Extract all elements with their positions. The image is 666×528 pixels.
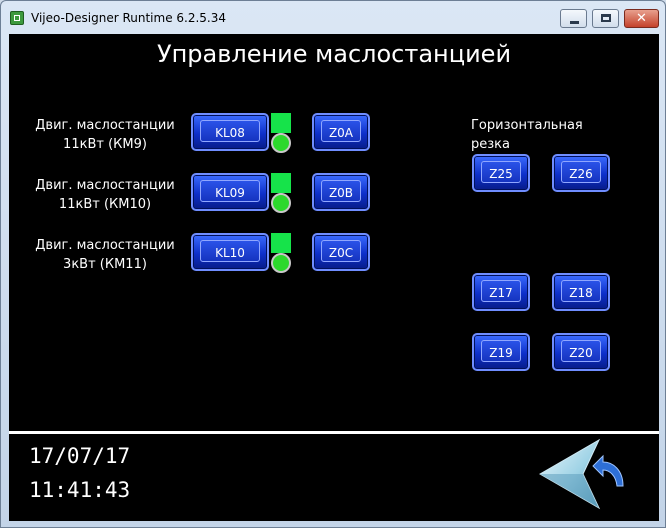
group-label-line1: Горизонтальная: [471, 118, 583, 133]
z26-button[interactable]: Z26: [552, 154, 610, 192]
kl10-button[interactable]: KL10: [191, 233, 269, 271]
close-icon: ✕: [636, 11, 647, 26]
motor-label-km10: Двиг. маслостанции 11кВт (КМ10): [23, 176, 187, 214]
date-display: 17/07/17: [29, 444, 131, 468]
z0b-button-label: Z0B: [321, 180, 361, 202]
page-title: Управление маслостанцией: [156, 40, 512, 68]
status-led-km9: [271, 133, 291, 153]
z18-button[interactable]: Z18: [552, 273, 610, 311]
hmi-screen: Управление маслостанцией Двиг. маслостан…: [9, 34, 659, 521]
z26-button-label: Z26: [561, 161, 601, 183]
kl10-button-label: KL10: [200, 240, 260, 262]
z25-button[interactable]: Z25: [472, 154, 530, 192]
motor-label-km11: Двиг. маслостанции 3кВт (КМ11): [23, 236, 187, 274]
motor-label-km9: Двиг. маслостанции 11кВт (КМ9): [23, 116, 187, 154]
status-led-km10: [271, 193, 291, 213]
z17-button-label: Z17: [481, 280, 521, 302]
maximize-button[interactable]: [592, 9, 619, 28]
status-square-km10: [271, 173, 291, 193]
horizontal-cutting-label: Горизонтальная резка: [471, 116, 583, 154]
kl09-button[interactable]: KL09: [191, 173, 269, 211]
minimize-icon: [570, 21, 579, 24]
z19-button[interactable]: Z19: [472, 333, 530, 371]
motor-label-line1: Двиг. маслостанции: [35, 178, 175, 193]
z20-button[interactable]: Z20: [552, 333, 610, 371]
status-square-km11: [271, 233, 291, 253]
group-label-line2: резка: [471, 137, 510, 152]
minimize-button[interactable]: [560, 9, 587, 28]
back-arrow-icon: [538, 438, 624, 510]
status-square-km9: [271, 113, 291, 133]
back-button[interactable]: [537, 434, 631, 512]
z0c-button[interactable]: Z0C: [312, 233, 370, 271]
z0a-button-label: Z0A: [321, 120, 361, 142]
kl08-button-label: KL08: [200, 120, 260, 142]
maximize-icon: [601, 14, 611, 22]
motor-label-line2: 11кВт (КМ10): [58, 197, 152, 212]
kl09-button-label: KL09: [200, 180, 260, 202]
runtime-window: Vijeo-Designer Runtime 6.2.5.34 ✕ Управл…: [0, 0, 666, 528]
z19-button-label: Z19: [481, 340, 521, 362]
motor-label-line1: Двиг. маслостанции: [35, 238, 175, 253]
close-button[interactable]: ✕: [624, 9, 659, 28]
time-display: 11:41:43: [29, 478, 131, 502]
z25-button-label: Z25: [481, 161, 521, 183]
z17-button[interactable]: Z17: [472, 273, 530, 311]
z0c-button-label: Z0C: [321, 240, 361, 262]
title-bar[interactable]: Vijeo-Designer Runtime 6.2.5.34 ✕: [1, 1, 665, 34]
status-led-km11: [271, 253, 291, 273]
z0a-button[interactable]: Z0A: [312, 113, 370, 151]
app-icon: [10, 11, 24, 25]
z20-button-label: Z20: [561, 340, 601, 362]
motor-label-line2: 11кВт (КМ9): [63, 137, 147, 152]
z18-button-label: Z18: [561, 280, 601, 302]
z0b-button[interactable]: Z0B: [312, 173, 370, 211]
motor-label-line1: Двиг. маслостанции: [35, 118, 175, 133]
window-title: Vijeo-Designer Runtime 6.2.5.34: [31, 11, 227, 25]
kl08-button[interactable]: KL08: [191, 113, 269, 151]
motor-label-line2: 3кВт (КМ11): [63, 257, 147, 272]
